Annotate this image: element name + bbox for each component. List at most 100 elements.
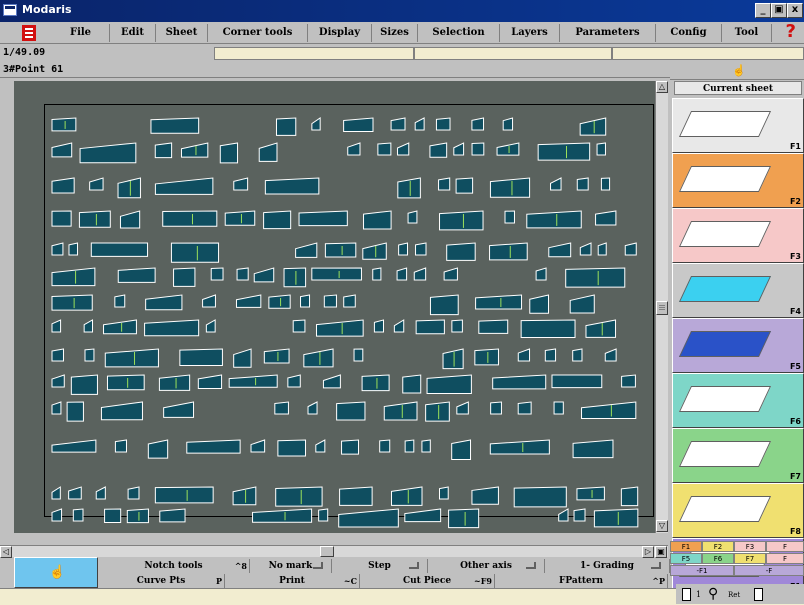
horizontal-scroll-thumb[interactable]	[320, 546, 334, 557]
option-1-grading[interactable]: 1- Grading	[545, 559, 670, 573]
toggle-indicator-icon	[651, 562, 661, 569]
tool-palette: ☝ Current sheet F1F2F3F4F5F6F7F8-F1	[670, 62, 804, 593]
tool-size[interactable]: F7	[672, 428, 804, 483]
tool-cut-illustration-icon	[678, 221, 772, 247]
scroll-left-icon[interactable]: ◁	[0, 546, 12, 558]
scroll-up-icon[interactable]: △	[656, 81, 668, 93]
current-sheet-frame	[44, 104, 654, 517]
toggle-indicator-icon	[409, 562, 419, 569]
tool-piece[interactable]: F4	[672, 263, 804, 318]
scroll-corner-icon[interactable]: ▣	[655, 546, 667, 558]
menu-tool[interactable]: Tool	[722, 24, 772, 42]
action-cut-piece[interactable]: Cut Piece ~F9	[360, 574, 495, 588]
tool-shortcut-label: F3	[789, 252, 801, 261]
tool-digitize[interactable]: F1	[672, 98, 804, 153]
page-view-icon[interactable]	[682, 588, 691, 601]
action-label: FPattern	[558, 576, 604, 586]
menu-selection[interactable]: Selection	[418, 24, 500, 42]
point-row: 3#Point 61	[0, 62, 670, 78]
tool-digitize-illustration-icon	[678, 111, 772, 137]
vertical-scrollbar[interactable]: △ ▽	[655, 81, 668, 533]
palette-header: ☝	[670, 62, 804, 80]
menu-corner-tools[interactable]: Corner tools	[208, 24, 308, 42]
tool-shortcut-label: F4	[789, 307, 801, 316]
menu-display[interactable]: Display	[308, 24, 372, 42]
option-other-axis[interactable]: Other axis	[428, 559, 545, 573]
key-cell[interactable]: -F1	[670, 565, 734, 576]
tool-shortcut-label: F6	[789, 417, 801, 426]
tool-seam[interactable]: F6	[672, 373, 804, 428]
status-field-2	[414, 47, 612, 60]
scale-readout: 1/49.09	[3, 47, 46, 58]
zoom-controls: 1 ⚲ Ret	[676, 584, 804, 604]
tool-shortcut-label: F1	[789, 142, 801, 151]
zoom-icon[interactable]: ⚲	[708, 586, 718, 602]
scroll-down-icon[interactable]: ▽	[656, 520, 668, 532]
tool-shortcut-label: F2	[789, 197, 801, 206]
menu-edit[interactable]: Edit	[110, 24, 156, 42]
menu-layers[interactable]: Layers	[500, 24, 560, 42]
action-print[interactable]: Print ~C	[225, 574, 360, 588]
action-fpattern[interactable]: FPattern ^P	[495, 574, 668, 588]
action-label: Curve Pts	[136, 576, 186, 586]
coordinate-row: 1/49.09	[0, 45, 804, 61]
menu-file[interactable]: File	[52, 24, 110, 42]
menu-sheet[interactable]: Sheet	[156, 24, 208, 42]
menu-config[interactable]: Config	[656, 24, 722, 42]
key-cell[interactable]: F3	[734, 541, 766, 552]
tool-shortcut-label: F8	[789, 527, 801, 536]
key-cell[interactable]: F	[766, 553, 804, 564]
option-no-mark[interactable]: No mark	[250, 559, 332, 573]
tool-shortcut-label: F5	[789, 362, 801, 371]
help-icon[interactable]: ?	[786, 22, 796, 42]
tool-size-illustration-icon	[678, 441, 772, 467]
key-cell[interactable]: F5	[670, 553, 702, 564]
page-number: 1	[696, 590, 702, 599]
window-title: Modaris	[22, 3, 72, 16]
tool-draw[interactable]: F2	[672, 153, 804, 208]
option-notch-tools[interactable]: Notch tools ^8	[98, 559, 250, 573]
menu-bar: File Edit Sheet Corner tools Display Siz…	[0, 22, 804, 44]
shortcut-label: ^P	[652, 576, 665, 586]
modaris-logo-icon[interactable]	[22, 25, 36, 41]
toggle-indicator-icon	[313, 562, 323, 569]
shortcut-label: ~C	[343, 576, 357, 586]
zoom-fit-icon[interactable]	[754, 588, 763, 601]
tool-grading-illustration-icon	[678, 496, 772, 522]
key-cell[interactable]: F1	[670, 541, 702, 552]
toggle-indicator-icon	[526, 562, 536, 569]
maximize-button[interactable]: ▣	[771, 3, 787, 18]
app-window-icon	[3, 4, 17, 16]
scroll-right-icon[interactable]: ▷	[642, 546, 654, 558]
close-button[interactable]: x	[787, 3, 803, 18]
tool-piece-illustration-icon	[678, 276, 772, 302]
vertical-scroll-thumb[interactable]	[656, 301, 668, 315]
option-label: Notch tools	[144, 561, 203, 571]
option-step[interactable]: Step	[332, 559, 428, 573]
horizontal-scrollbar[interactable]: ◁ ▷ ▣	[0, 545, 668, 558]
minimize-button[interactable]: _	[755, 3, 771, 18]
shortcut-label: ~F9	[474, 576, 492, 586]
hand-pointer-icon[interactable]: ☝	[732, 64, 746, 77]
tool-grading[interactable]: F8	[672, 483, 804, 538]
key-cell[interactable]: F7	[734, 553, 766, 564]
hand-pointer-icon: ☝	[49, 565, 66, 580]
menu-parameters[interactable]: Parameters	[560, 24, 656, 42]
key-cell[interactable]: -F	[734, 565, 804, 576]
tool-shortcut-label: F7	[789, 472, 801, 481]
key-cell[interactable]: F2	[702, 541, 734, 552]
tool-cut[interactable]: F3	[672, 208, 804, 263]
return-label[interactable]: Ret	[728, 591, 740, 599]
status-field-1	[214, 47, 414, 60]
key-cell[interactable]: F	[766, 541, 804, 552]
title-bar: Modaris _ ▣ x	[0, 0, 804, 22]
menu-sizes[interactable]: Sizes	[372, 24, 418, 42]
action-curve-pts[interactable]: Curve Pts P	[98, 574, 225, 588]
point-readout: 3#Point 61	[3, 64, 64, 75]
tool-draw-illustration-icon	[678, 166, 772, 192]
shortcut-label: P	[215, 576, 222, 586]
key-cell[interactable]: F6	[702, 553, 734, 564]
select-tool-button[interactable]: ☝	[14, 557, 98, 588]
tool-scissors[interactable]: F5	[672, 318, 804, 373]
shortcut-label: ^8	[234, 561, 247, 571]
